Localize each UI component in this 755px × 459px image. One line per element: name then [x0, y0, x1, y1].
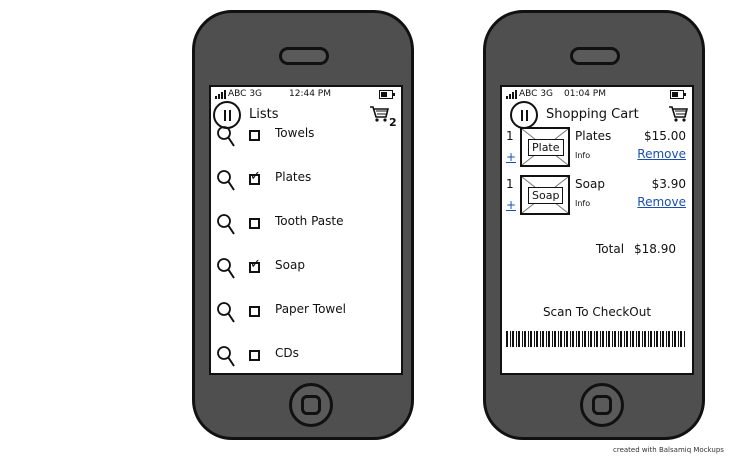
list-item[interactable]: Paper Towel: [211, 301, 401, 331]
total-label: Total: [596, 242, 625, 256]
list-item-label: Soap: [275, 258, 305, 272]
item-quantity[interactable]: 1: [506, 177, 514, 191]
product-name: Plates: [575, 129, 612, 143]
product-image-caption: Soap: [528, 187, 564, 204]
list-item-label: Towels: [275, 126, 315, 140]
cart-item: 1 + Soap Soap Info $3.90 Remove: [502, 175, 692, 225]
scan-to-checkout-label: Scan To CheckOut: [542, 305, 652, 319]
battery-icon: [379, 90, 395, 99]
cart-item: 1 + Plate Plates Info $15.00 Remove: [502, 127, 692, 177]
lists-screen: ABC 3G 12:44 PM Lists 2 Towels ✓ Plates Too…: [209, 85, 403, 375]
signal-icon: [215, 90, 227, 99]
status-bar: ABC 3G 12:44 PM: [211, 87, 401, 101]
total-value: $18.90: [634, 242, 676, 256]
product-image: Soap: [520, 175, 570, 215]
list-item-label: Tooth Paste: [275, 214, 344, 228]
list-item-label: CDs: [275, 346, 299, 360]
search-icon[interactable]: [217, 213, 235, 237]
product-name: Soap: [575, 177, 605, 191]
phone-cart: ABC 3G 01:04 PM Shopping Cart 1 + Plate Pla…: [483, 10, 705, 440]
speaker: [279, 47, 329, 65]
product-image: Plate: [520, 127, 570, 167]
list-item[interactable]: Tooth Paste: [211, 213, 401, 243]
signal-icon: [506, 90, 518, 99]
item-checkbox[interactable]: [249, 306, 260, 317]
home-button[interactable]: [289, 383, 333, 427]
barcode[interactable]: [506, 331, 686, 347]
item-quantity[interactable]: 1: [506, 129, 514, 143]
cart-icon[interactable]: [668, 105, 688, 123]
product-price: $15.00: [644, 129, 686, 143]
remove-button[interactable]: Remove: [637, 147, 686, 161]
checkmark-icon: ✓: [250, 257, 261, 272]
cart-screen: ABC 3G 01:04 PM Shopping Cart 1 + Plate Pla…: [500, 85, 694, 375]
home-button[interactable]: [580, 383, 624, 427]
item-checkbox[interactable]: [249, 130, 260, 141]
remove-button[interactable]: Remove: [637, 195, 686, 209]
list-item-label: Paper Towel: [275, 302, 346, 316]
product-image-caption: Plate: [528, 139, 564, 156]
cart-icon[interactable]: [369, 105, 389, 123]
info-link[interactable]: Info: [575, 199, 590, 208]
speaker: [570, 47, 620, 65]
increase-quantity-button[interactable]: +: [506, 198, 516, 212]
carrier-label: ABC 3G: [228, 89, 263, 99]
page-title: Lists: [249, 107, 279, 122]
credit-footer: created with Balsamiq Mockups: [613, 446, 724, 454]
list-item-label: Plates: [275, 170, 312, 184]
list-item[interactable]: ✓ Plates: [211, 169, 401, 199]
menu-button[interactable]: [510, 101, 538, 129]
list-item[interactable]: CDs: [211, 345, 401, 373]
info-link[interactable]: Info: [575, 151, 590, 160]
increase-quantity-button[interactable]: +: [506, 150, 516, 164]
battery-icon: [670, 90, 686, 99]
clock: 12:44 PM: [289, 89, 331, 99]
list-item[interactable]: ✓ Soap: [211, 257, 401, 287]
clock: 01:04 PM: [564, 89, 606, 99]
search-icon[interactable]: [217, 257, 235, 281]
phone-lists: ABC 3G 12:44 PM Lists 2 Towels ✓ Plates Too…: [192, 10, 414, 440]
item-checkbox[interactable]: ✓: [249, 258, 261, 273]
carrier-label: ABC 3G: [519, 89, 554, 99]
search-icon[interactable]: [217, 125, 235, 149]
product-price: $3.90: [651, 177, 686, 191]
list-item[interactable]: Towels: [211, 125, 401, 155]
checkmark-icon: ✓: [250, 169, 261, 184]
item-checkbox[interactable]: [249, 218, 260, 229]
page-title: Shopping Cart: [546, 107, 639, 122]
search-icon[interactable]: [217, 301, 235, 325]
status-bar: ABC 3G 01:04 PM: [502, 87, 692, 101]
search-icon[interactable]: [217, 345, 235, 369]
item-checkbox[interactable]: [249, 350, 260, 361]
search-icon[interactable]: [217, 169, 235, 193]
item-checkbox[interactable]: ✓: [249, 170, 261, 185]
